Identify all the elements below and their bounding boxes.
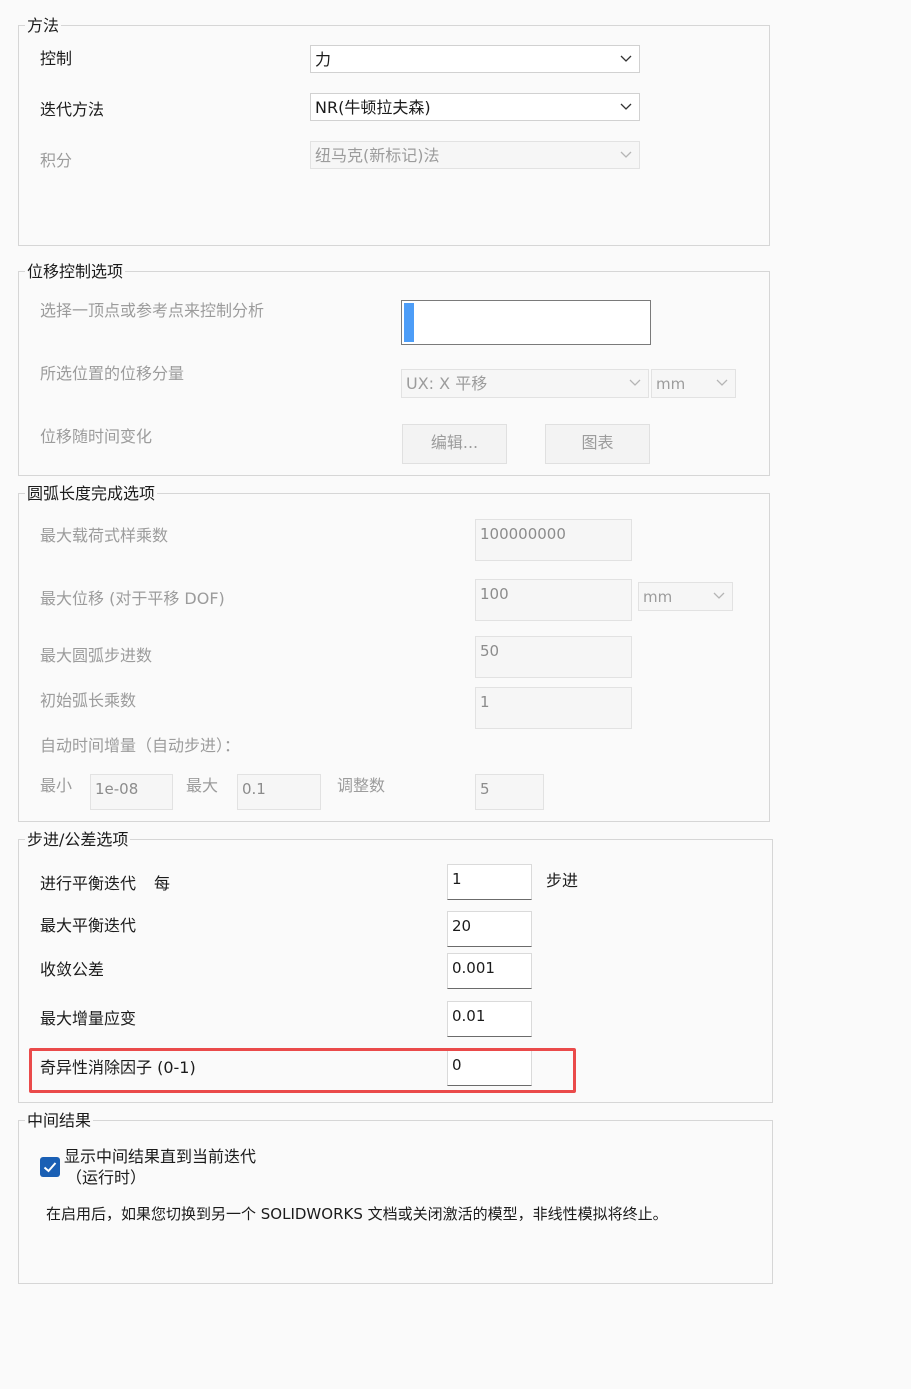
chevron-down-icon xyxy=(629,379,641,386)
control-value: 力 xyxy=(315,50,332,69)
max-equilibrium-iteration-field[interactable]: 20 xyxy=(447,911,532,947)
control-label: 控制 xyxy=(40,49,73,68)
show-intermediate-label-line1: 显示中间结果直到当前迭代 xyxy=(64,1147,257,1166)
stepping-group-title: 步进/公差选项 xyxy=(25,830,131,850)
min-label: 最小 xyxy=(40,776,73,795)
integration-dropdown[interactable]: 纽马克(新标记)法 xyxy=(310,141,640,169)
initial-arc-multiplier-value: 1 xyxy=(480,693,490,711)
show-intermediate-checkbox[interactable] xyxy=(40,1157,60,1177)
adjust-count-label: 调整数 xyxy=(337,776,386,795)
max-equilibrium-iteration-value: 20 xyxy=(452,917,472,935)
max-incremental-strain-label: 最大增量应变 xyxy=(40,1009,137,1028)
max-displacement-unit-value: mm xyxy=(643,588,673,606)
integration-value: 纽马克(新标记)法 xyxy=(315,146,440,165)
convergence-tolerance-field[interactable]: 0.001 xyxy=(447,953,532,989)
max-displacement-value: 100 xyxy=(480,585,509,603)
max-displacement-unit-dropdown[interactable]: mm xyxy=(638,582,733,611)
chevron-down-icon xyxy=(713,592,725,599)
vertex-selection-indicator xyxy=(404,303,414,342)
displacement-component-dropdown[interactable]: UX: X 平移 xyxy=(401,369,649,398)
convergence-tolerance-value: 0.001 xyxy=(452,959,495,977)
intermediate-results-group xyxy=(18,1120,773,1284)
displacement-unit-value: mm xyxy=(656,375,686,393)
max-arc-steps-value: 50 xyxy=(480,642,500,660)
equilibrium-every-label: 每 xyxy=(154,874,171,893)
convergence-tolerance-label: 收敛公差 xyxy=(40,960,105,979)
iteration-method-dropdown[interactable]: NR(牛顿拉夫森) xyxy=(310,93,640,121)
vertex-selection-box[interactable] xyxy=(401,300,651,345)
max-arc-steps-field[interactable]: 50 xyxy=(475,636,632,678)
method-group-title: 方法 xyxy=(25,16,62,36)
control-dropdown[interactable]: 力 xyxy=(310,45,640,73)
min-increment-value: 1e-08 xyxy=(95,780,139,798)
max-load-multiplier-label: 最大载荷式样乘数 xyxy=(40,526,169,545)
integration-label: 积分 xyxy=(40,151,73,170)
initial-arc-multiplier-field[interactable]: 1 xyxy=(475,687,632,729)
iteration-method-label: 迭代方法 xyxy=(40,100,105,119)
adjust-count-value: 5 xyxy=(480,780,490,798)
displacement-group-title: 位移控制选项 xyxy=(25,262,126,282)
show-intermediate-label-line2: （运行时） xyxy=(66,1168,147,1187)
chevron-down-icon xyxy=(716,379,728,386)
max-displacement-field[interactable]: 100 xyxy=(475,579,632,621)
chevron-down-icon xyxy=(620,151,632,158)
displacement-unit-dropdown[interactable]: mm xyxy=(651,369,736,398)
max-arc-steps-label: 最大圆弧步进数 xyxy=(40,646,153,665)
equilibrium-iteration-value: 1 xyxy=(452,870,462,888)
singularity-highlight-box xyxy=(29,1048,576,1093)
equilibrium-iteration-field[interactable]: 1 xyxy=(447,864,532,900)
initial-arc-multiplier-label: 初始弧长乘数 xyxy=(40,691,137,710)
max-load-multiplier-field[interactable]: 100000000 xyxy=(475,519,632,561)
equilibrium-step-unit: 步进 xyxy=(546,871,579,890)
iteration-method-value: NR(牛顿拉夫森) xyxy=(315,98,431,117)
max-label: 最大 xyxy=(186,776,219,795)
chart-button[interactable]: 图表 xyxy=(545,424,650,464)
intermediate-group-title: 中间结果 xyxy=(25,1111,94,1131)
adjust-count-field[interactable]: 5 xyxy=(475,774,544,810)
select-vertex-label: 选择一顶点或参考点来控制分析 xyxy=(40,301,265,320)
auto-stepping-label: 自动时间增量（自动步进）： xyxy=(40,736,241,755)
checkmark-icon xyxy=(43,1162,57,1173)
max-increment-value: 0.1 xyxy=(242,780,266,798)
max-displacement-label: 最大位移 (对于平移 DOF) xyxy=(40,589,225,608)
max-incremental-strain-value: 0.01 xyxy=(452,1007,486,1025)
chevron-down-icon xyxy=(620,103,632,110)
displacement-component-value: UX: X 平移 xyxy=(406,374,488,393)
arc-length-group-title: 圆弧长度完成选项 xyxy=(25,484,158,504)
max-load-multiplier-value: 100000000 xyxy=(480,525,566,543)
max-equilibrium-iteration-label: 最大平衡迭代 xyxy=(40,916,137,935)
chevron-down-icon xyxy=(620,55,632,62)
max-increment-field[interactable]: 0.1 xyxy=(237,774,321,810)
edit-button[interactable]: 编辑... xyxy=(402,424,507,464)
intermediate-note: 在启用后，如果您切换到另一个 SOLIDWORKS 文档或关闭激活的模型，非线性… xyxy=(46,1205,668,1223)
max-incremental-strain-field[interactable]: 0.01 xyxy=(447,1001,532,1037)
displacement-component-label: 所选位置的位移分量 xyxy=(40,364,185,383)
equilibrium-iteration-label: 进行平衡迭代 xyxy=(40,874,137,893)
min-increment-field[interactable]: 1e-08 xyxy=(90,774,173,810)
displacement-variation-label: 位移随时间变化 xyxy=(40,427,153,446)
